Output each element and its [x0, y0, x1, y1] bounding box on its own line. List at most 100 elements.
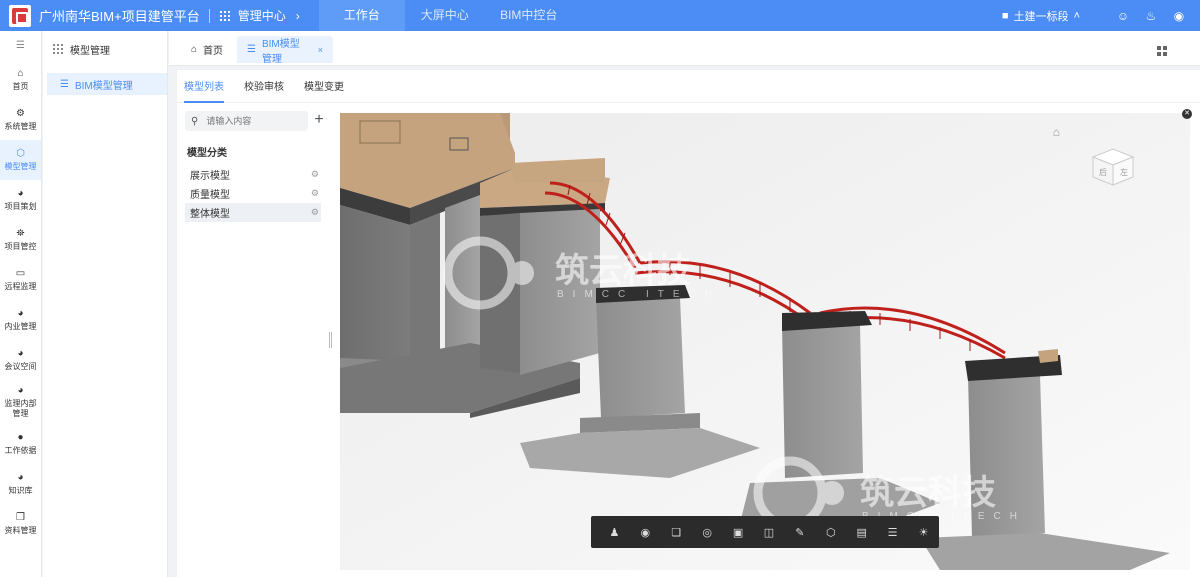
- layers-icon[interactable]: ❏: [661, 526, 692, 539]
- layout-grid-icon[interactable]: [1157, 46, 1167, 56]
- app-logo[interactable]: [9, 4, 31, 27]
- tree-item-overall-model[interactable]: 整体模型 ⚙: [185, 203, 321, 222]
- viewcube-face-left: 左: [1120, 168, 1128, 177]
- sidebar-item-label: 模型管理: [4, 162, 37, 171]
- sidebar-item-home[interactable]: ⌂ 首页: [0, 60, 41, 100]
- sidebar-item-planning[interactable]: ◕ 项目策划: [0, 180, 41, 220]
- gear-icon: ⚙: [16, 108, 25, 119]
- focus-icon[interactable]: ◎: [692, 526, 723, 539]
- page-tab-label: BIM模型管理: [261, 38, 300, 65]
- section-icon[interactable]: ◫: [754, 526, 785, 539]
- chevron-right-icon[interactable]: ›: [296, 9, 300, 23]
- properties-icon[interactable]: ☰: [877, 526, 908, 539]
- cube-icon: ⬡: [16, 148, 25, 159]
- sidebar-item-label: 项目管控: [4, 242, 37, 251]
- eye-icon[interactable]: ◉: [630, 526, 661, 539]
- layers-icon: ☰: [247, 44, 256, 55]
- tab-model-list[interactable]: 模型列表: [184, 70, 224, 103]
- project-name: 土建一标段: [1013, 10, 1069, 23]
- search-icon: ⚲: [191, 115, 199, 127]
- bim-3d-viewer[interactable]: 筑云科技 BIMCC ITECH 筑云科技 BIMCC ITECH ⌂ 后 左 …: [340, 113, 1190, 570]
- sidebar-item-label: 工作依据: [4, 446, 37, 455]
- sidebar-item-label: 项目策划: [4, 202, 37, 211]
- nav-tab-bim-console[interactable]: BIM中控台: [477, 0, 581, 31]
- add-button[interactable]: +: [312, 111, 326, 131]
- sidebar-item-label: 知识库: [8, 486, 33, 495]
- viewcube-face-back: 后: [1099, 168, 1107, 177]
- tab-model-change[interactable]: 模型变更: [304, 70, 344, 103]
- tree-item-quality-model[interactable]: 质量模型 ⚙: [185, 184, 321, 203]
- management-center-label[interactable]: 管理中心: [238, 7, 286, 24]
- sidebar-item-documents[interactable]: ❐ 资料管理: [0, 504, 41, 544]
- tree-title: 模型分类: [187, 148, 227, 159]
- avatar-icon[interactable]: ◉: [1166, 9, 1192, 23]
- page-tab-bim-model[interactable]: ☰ BIM模型管理 ×: [237, 36, 333, 65]
- chevron-up-icon: ˄: [1073, 9, 1080, 22]
- main-sidebar: ☰ ⌂ 首页 ⚙ 系统管理 ⬡ 模型管理 ◕ 项目策划 ⛯ 项目管控 ▭ 远程监…: [0, 31, 42, 577]
- submenu-panel: 模型管理 ☰ BIM模型管理: [43, 31, 168, 577]
- sidebar-item-internal[interactable]: ◕ 内业管理: [0, 300, 41, 340]
- sidebar-item-knowledge[interactable]: ◕ 知识库: [0, 464, 41, 504]
- gear-icon[interactable]: ⚙: [311, 169, 319, 180]
- tree-item-label: 质量模型: [190, 190, 230, 201]
- close-viewer-icon[interactable]: ✕: [1182, 109, 1192, 119]
- watermark-text: 筑云科技: [860, 474, 996, 512]
- page-tab-label: 首页: [203, 46, 224, 57]
- monitor-icon: ▭: [15, 268, 26, 279]
- home-view-icon[interactable]: ⌂: [1053, 125, 1060, 139]
- sidebar-item-label: 内业管理: [4, 322, 37, 331]
- user-switch-icon[interactable]: ☺: [1110, 9, 1136, 23]
- view-cube[interactable]: 后 左: [1089, 145, 1135, 187]
- palette-icon[interactable]: ☀: [908, 526, 939, 539]
- bell-icon[interactable]: ♨: [1138, 9, 1164, 23]
- submenu-title: 模型管理: [70, 45, 110, 57]
- search-box: ⚲: [185, 111, 308, 131]
- building-icon: ■: [1001, 9, 1009, 22]
- measure-icon[interactable]: ✎: [784, 526, 815, 539]
- compass-icon: ◕: [17, 348, 24, 359]
- sidebar-item-system[interactable]: ⚙ 系统管理: [0, 100, 41, 140]
- watermark-sub: BIMCC ITECH: [557, 289, 721, 300]
- submenu-item-bim-model[interactable]: ☰ BIM模型管理: [47, 73, 167, 95]
- tree-item-label: 整体模型: [190, 209, 230, 220]
- walk-icon[interactable]: ♟: [599, 526, 630, 539]
- compass-icon: ◕: [17, 308, 24, 319]
- gear-icon[interactable]: ⚙: [311, 207, 319, 218]
- compass-icon: ◕: [17, 188, 24, 199]
- helmet-icon: ⛯: [16, 228, 25, 239]
- tree-item-display-model[interactable]: 展示模型 ⚙: [185, 165, 321, 184]
- panel-resize-handle[interactable]: [329, 332, 332, 348]
- collapse-menu-icon[interactable]: ☰: [0, 31, 41, 60]
- gear-icon[interactable]: ⚙: [311, 188, 319, 199]
- tab-review[interactable]: 校验审核: [244, 70, 284, 103]
- sidebar-item-label: 会议空间: [4, 362, 37, 371]
- layers-icon: ☰: [60, 78, 69, 90]
- project-selector[interactable]: ■ 土建一标段 ˄: [1002, 8, 1080, 24]
- fit-icon[interactable]: ▣: [723, 526, 754, 539]
- watermark-text: 筑云科技: [555, 252, 691, 290]
- box-icon[interactable]: ▤: [846, 526, 877, 539]
- cube-icon[interactable]: ⬡: [815, 526, 846, 539]
- apps-grid-icon[interactable]: [219, 10, 230, 21]
- sidebar-item-label: 监理内部管理: [4, 399, 37, 418]
- sidebar-item-basis[interactable]: ● 工作依据: [0, 424, 41, 464]
- compass-icon: ◕: [17, 385, 24, 396]
- search-input[interactable]: [206, 116, 297, 126]
- sidebar-item-meeting[interactable]: ◕ 会议空间: [0, 340, 41, 380]
- sidebar-item-model[interactable]: ⬡ 模型管理: [0, 140, 41, 180]
- sidebar-item-remote[interactable]: ▭ 远程监理: [0, 260, 41, 300]
- copy-icon: ❐: [16, 512, 25, 523]
- model-tree-panel: ⚲ + 模型分类 展示模型 ⚙ 质量模型 ⚙ 整体模型 ⚙: [185, 111, 330, 222]
- sidebar-item-supervision[interactable]: ◕ 监理内部管理: [0, 380, 41, 424]
- sidebar-item-control[interactable]: ⛯ 项目管控: [0, 220, 41, 260]
- close-icon[interactable]: ×: [318, 45, 323, 55]
- nav-tab-big-screen[interactable]: 大屏中心: [405, 0, 477, 31]
- content-subtabs: 模型列表 校验审核 模型变更: [177, 70, 1200, 103]
- sidebar-item-label: 远程监理: [4, 282, 37, 291]
- page-tab-home[interactable]: ⌂ 首页: [181, 36, 233, 63]
- nav-tab-workbench[interactable]: 工作台: [318, 0, 405, 31]
- app-title: 广州南华BIM+项目建管平台: [39, 9, 200, 24]
- home-icon: ⌂: [191, 44, 198, 55]
- viewer-toolbar: ♟ ◉ ❏ ◎ ▣ ◫ ✎ ⬡ ▤ ☰ ☀: [591, 516, 939, 548]
- bridge-model-render: [340, 113, 1190, 570]
